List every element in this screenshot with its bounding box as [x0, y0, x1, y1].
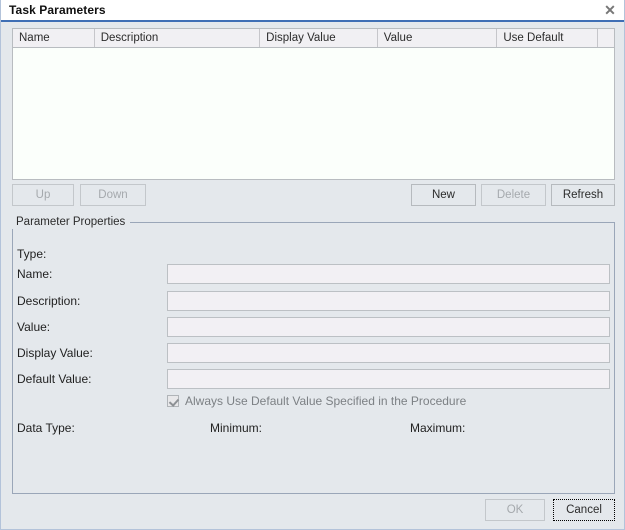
- type-label: Type:: [17, 247, 47, 261]
- value-input[interactable]: [167, 317, 610, 337]
- default-value-label: Default Value:: [17, 372, 92, 386]
- table-column-display-value[interactable]: Display Value: [260, 29, 378, 47]
- always-use-default-label: Always Use Default Value Specified in th…: [185, 394, 467, 408]
- parameter-properties-legend: Parameter Properties: [11, 215, 131, 229]
- name-label: Name:: [17, 267, 53, 281]
- cancel-button[interactable]: Cancel: [553, 499, 615, 521]
- name-input[interactable]: [167, 264, 610, 284]
- dialog-title: Task Parameters: [9, 3, 106, 17]
- dialog-titlebar: Task Parameters ✕: [1, 0, 624, 22]
- table-body[interactable]: [13, 48, 614, 179]
- table-header-row: Name Description Display Value Value Use…: [13, 29, 614, 48]
- delete-button[interactable]: Delete: [481, 184, 546, 206]
- description-label: Description:: [17, 294, 81, 308]
- display-value-label: Display Value:: [17, 346, 93, 360]
- new-button[interactable]: New: [411, 184, 476, 206]
- value-label: Value:: [17, 320, 51, 334]
- data-type-label: Data Type:: [17, 421, 75, 435]
- parameters-table[interactable]: Name Description Display Value Value Use…: [12, 28, 615, 180]
- table-column-use-default[interactable]: Use Default: [497, 29, 599, 47]
- table-column-description[interactable]: Description: [94, 29, 261, 47]
- task-parameters-dialog: Task Parameters ✕ Name Description Displ…: [0, 0, 625, 530]
- checkbox-checked-icon: [167, 395, 179, 407]
- display-value-input[interactable]: [167, 343, 610, 363]
- table-column-name[interactable]: Name: [13, 29, 95, 47]
- description-input[interactable]: [167, 291, 610, 311]
- always-use-default-checkbox[interactable]: Always Use Default Value Specified in th…: [167, 393, 466, 409]
- close-icon[interactable]: ✕: [601, 1, 619, 19]
- table-column-spacer[interactable]: [598, 29, 614, 47]
- maximum-label: Maximum:: [410, 421, 466, 435]
- ok-button[interactable]: OK: [485, 499, 545, 521]
- table-column-value[interactable]: Value: [377, 29, 498, 47]
- default-value-input[interactable]: [167, 369, 610, 389]
- refresh-button[interactable]: Refresh: [551, 184, 615, 206]
- minimum-label: Minimum:: [210, 421, 263, 435]
- down-button[interactable]: Down: [80, 184, 146, 206]
- up-button[interactable]: Up: [12, 184, 74, 206]
